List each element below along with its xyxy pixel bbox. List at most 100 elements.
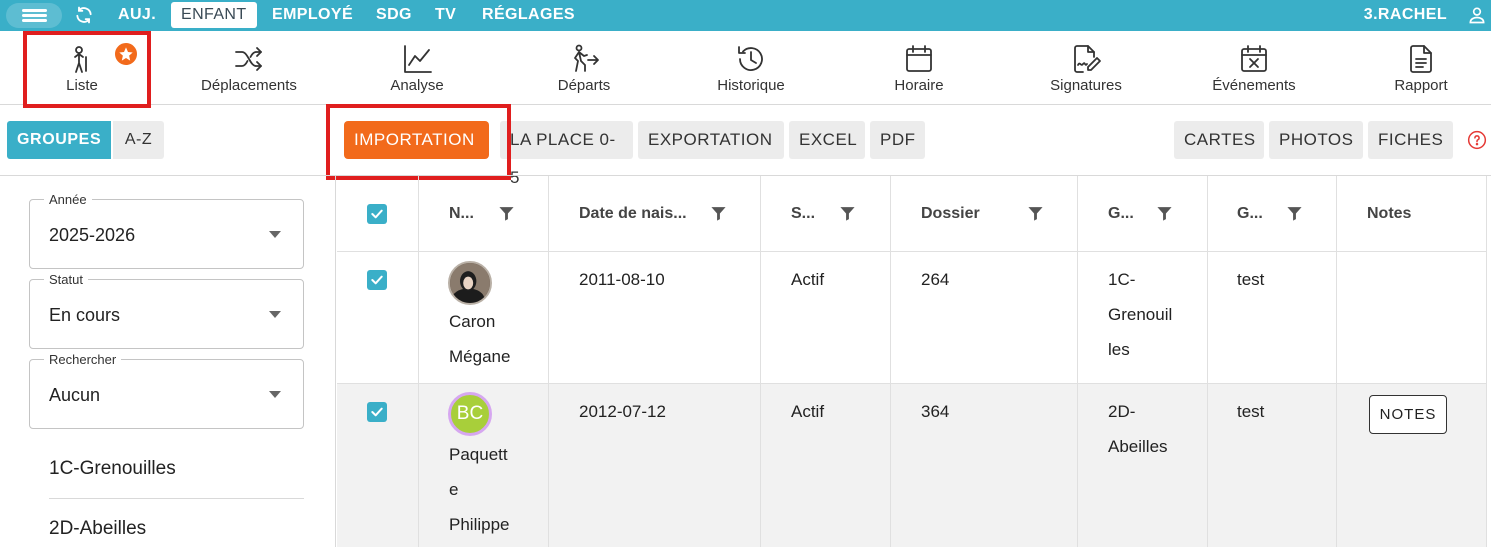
cartes-button[interactable]: CARTES	[1174, 121, 1264, 159]
tool-label: Départs	[557, 77, 611, 94]
tool-rapport[interactable]: Rapport	[1371, 31, 1471, 103]
status-text: Actif	[791, 270, 825, 289]
child-name-line[interactable]: Mégane	[449, 339, 510, 374]
filter-icon[interactable]	[1156, 205, 1173, 222]
star-badge	[113, 41, 139, 67]
help-icon[interactable]	[1467, 130, 1487, 150]
filter-icon[interactable]	[839, 205, 856, 222]
table-row[interactable]	[337, 384, 1487, 547]
photos-button[interactable]: PHOTOS	[1269, 121, 1363, 159]
report-document-icon	[1410, 45, 1432, 73]
column-header-statut[interactable]: S...	[791, 205, 815, 223]
group-line: Grenouil	[1108, 305, 1173, 324]
column-header-groupe-2[interactable]: G...	[1237, 205, 1263, 223]
annee-select[interactable]: Année 2025-2026	[29, 192, 304, 269]
shuffle-icon	[235, 47, 262, 71]
field-value: Aucun	[49, 385, 101, 405]
filter-icon[interactable]	[498, 205, 515, 222]
field-value: En cours	[49, 305, 121, 325]
az-button[interactable]: A-Z	[113, 121, 164, 159]
la-place-button[interactable]: LA PLACE 0-5	[500, 121, 633, 187]
caret-down-icon	[269, 231, 281, 238]
column-header-nom[interactable]: N...	[449, 205, 474, 223]
row-checkbox[interactable]	[367, 270, 387, 290]
calendar-x-icon	[1241, 45, 1267, 72]
nav-tv[interactable]: TV	[425, 2, 466, 28]
tool-evenements[interactable]: Événements	[1197, 31, 1311, 103]
star-icon	[119, 47, 133, 61]
children-table: N... Date de nais... S... Dossier G... G…	[337, 176, 1491, 547]
group-item[interactable]: 1C-Grenouilles	[49, 458, 176, 480]
menu-button[interactable]	[6, 3, 62, 28]
column-divider	[1207, 176, 1208, 547]
filter-icon[interactable]	[1286, 205, 1303, 222]
group2-value: test	[1237, 402, 1265, 421]
tool-departs[interactable]: Départs	[534, 31, 634, 103]
walking-exit-icon	[574, 44, 599, 72]
menu-icon-bar	[22, 14, 47, 17]
top-bar: AUJ. ENFANT EMPLOYÉ SDG TV RÉGLAGES 3.RA…	[0, 0, 1491, 31]
dossier-number: 364	[921, 402, 950, 421]
column-divider	[760, 176, 761, 547]
tool-horaire[interactable]: Horaire	[869, 31, 969, 103]
check-icon	[371, 275, 383, 285]
group-line: Abeilles	[1108, 437, 1168, 456]
child-name-line[interactable]: Philippe	[449, 507, 510, 542]
tool-signatures[interactable]: Signatures	[1036, 31, 1136, 103]
column-header-groupe[interactable]: G...	[1108, 205, 1134, 223]
avatar: BC	[448, 392, 492, 436]
field-label: Rechercher	[44, 352, 122, 367]
column-header-date-naissance[interactable]: Date de nais...	[579, 205, 687, 223]
tool-historique[interactable]: Historique	[701, 31, 801, 103]
refresh-icon[interactable]	[74, 5, 94, 25]
field-label: Statut	[44, 272, 88, 287]
tool-label: Événements	[1212, 77, 1296, 94]
importation-button[interactable]: IMPORTATION	[344, 121, 489, 159]
nav-auj[interactable]: AUJ.	[108, 2, 166, 28]
user-name[interactable]: 3.RACHEL	[1364, 2, 1447, 28]
row-checkbox[interactable]	[367, 402, 387, 422]
nav-sdg[interactable]: SDG	[366, 2, 422, 28]
tool-deplacements[interactable]: Déplacements	[194, 31, 304, 103]
nav-enfant[interactable]: ENFANT	[171, 2, 257, 28]
child-name-line[interactable]: e	[449, 472, 458, 507]
group2-value: test	[1237, 270, 1265, 289]
tool-analyse[interactable]: Analyse	[367, 31, 467, 103]
status-text: Actif	[791, 402, 825, 421]
child-name-line[interactable]: Paquett	[449, 437, 508, 472]
birth-date: 2011-08-10	[579, 270, 665, 289]
filter-icon[interactable]	[1027, 205, 1044, 222]
statut-select[interactable]: Statut En cours	[29, 272, 304, 349]
column-divider	[1336, 176, 1337, 547]
user-icon[interactable]	[1467, 5, 1487, 25]
pdf-button[interactable]: PDF	[870, 121, 925, 159]
menu-icon	[22, 9, 47, 12]
filter-icon[interactable]	[710, 205, 727, 222]
group-line: les	[1108, 340, 1130, 359]
fiches-button[interactable]: FICHES	[1368, 121, 1453, 159]
column-header-notes[interactable]: Notes	[1367, 205, 1411, 223]
groupes-button[interactable]: GROUPES	[7, 121, 111, 159]
tool-label: Historique	[717, 77, 785, 94]
tool-label: Liste	[66, 77, 98, 94]
child-name-line[interactable]: Caron	[449, 304, 495, 339]
rechercher-select[interactable]: Rechercher Aucun	[29, 352, 304, 429]
select-all-checkbox[interactable]	[367, 204, 387, 224]
excel-button[interactable]: EXCEL	[789, 121, 865, 159]
avatar	[448, 261, 492, 305]
column-header-dossier[interactable]: Dossier	[921, 205, 980, 223]
column-divider	[890, 176, 891, 547]
tool-liste[interactable]: Liste	[32, 31, 139, 103]
tool-label: Déplacements	[201, 77, 297, 94]
notes-button[interactable]: NOTES	[1369, 395, 1447, 434]
group-item[interactable]: 2D-Abeilles	[49, 518, 146, 540]
nav-reglages[interactable]: RÉGLAGES	[472, 2, 585, 28]
field-value: 2025-2026	[49, 225, 136, 245]
exportation-button[interactable]: EXPORTATION	[638, 121, 784, 159]
tool-label: Horaire	[894, 77, 944, 94]
column-divider	[418, 176, 419, 547]
person-photo-icon	[450, 263, 490, 303]
nav-employe[interactable]: EMPLOYÉ	[262, 2, 363, 28]
tool-label: Analyse	[390, 77, 444, 94]
menu-icon-bar	[22, 19, 47, 22]
